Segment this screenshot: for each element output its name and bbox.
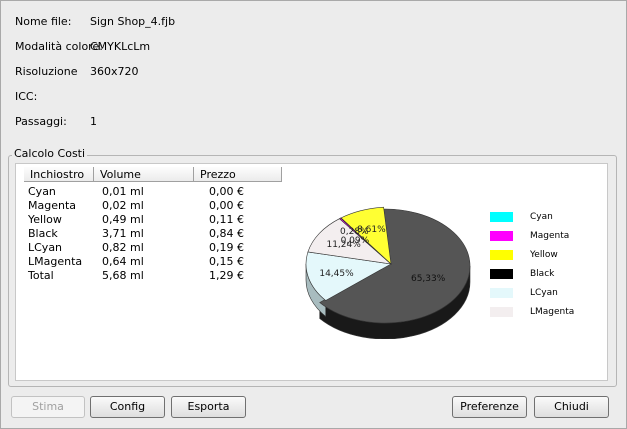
ink-volume: 0,02 ml (102, 199, 144, 212)
file-name-label: Nome file: (15, 15, 72, 28)
legend-label: Yellow (530, 250, 558, 260)
icc-row: ICC: (15, 89, 90, 105)
pie-label-lcyan: 14,45% (319, 269, 354, 279)
pie-label-cyan: 0,09% (341, 236, 370, 246)
ink-name: Yellow (28, 213, 62, 226)
legend-swatch (490, 231, 513, 241)
file-name-value: Sign Shop_4.fjb (90, 15, 176, 28)
ink-volume: 0,01 ml (102, 185, 144, 198)
ink-price: 0,15 € (209, 255, 244, 268)
ink-usage-pie-chart: 65,33%14,45%11,24%0,28%0,09%8,61% (305, 206, 471, 339)
legend-swatch (490, 250, 513, 260)
preferences-button[interactable]: Preferenze (452, 396, 527, 418)
passes-value: 1 (90, 115, 97, 128)
ink-name: Total (28, 269, 54, 282)
column-header-ink[interactable]: Inchiostro (24, 167, 94, 182)
legend-swatch (490, 307, 513, 317)
ink-price: 0,00 € (209, 185, 244, 198)
cost-panel: Inchiostro Volume Prezzo Cyan 0,01 ml 0,… (15, 163, 608, 381)
legend-swatch (490, 212, 513, 222)
legend-swatch (490, 288, 513, 298)
cost-group-title: Calcolo Costi (12, 146, 88, 162)
ink-name: Black (28, 227, 58, 240)
ink-name: Cyan (28, 185, 56, 198)
passes-label: Passaggi: (15, 115, 67, 128)
ink-volume: 0,64 ml (102, 255, 144, 268)
ink-volume: 5,68 ml (102, 269, 144, 282)
resolution-value: 360x720 (90, 65, 139, 78)
resolution-row: Risoluzione 360x720 (15, 64, 139, 80)
ink-price: 0,84 € (209, 227, 244, 240)
ink-name: LCyan (28, 241, 63, 254)
config-button[interactable]: Config (90, 396, 165, 418)
ink-price: 0,00 € (209, 199, 244, 212)
legend-label: Black (530, 269, 555, 279)
estimate-button[interactable]: Stima (11, 396, 85, 418)
ink-volume: 0,82 ml (102, 241, 144, 254)
passes-row: Passaggi: 1 (15, 114, 97, 130)
column-header-price[interactable]: Prezzo (194, 167, 282, 182)
pie-label-yellow: 8,61% (357, 225, 386, 235)
color-mode-row: Modalità colore: CMYKLcLm (15, 39, 150, 55)
legend-label: LCyan (530, 288, 558, 298)
ink-price: 0,19 € (209, 241, 244, 254)
close-button[interactable]: Chiudi (534, 396, 609, 418)
resolution-label: Risoluzione (15, 65, 78, 78)
column-header-volume[interactable]: Volume (94, 167, 194, 182)
export-button[interactable]: Esporta (171, 396, 246, 418)
color-mode-label: Modalità colore: (15, 40, 103, 53)
ink-volume: 0,49 ml (102, 213, 144, 226)
pie-label-black: 65,33% (411, 274, 446, 284)
ink-price: 1,29 € (209, 269, 244, 282)
ink-name: Magenta (28, 199, 77, 212)
ink-price: 0,11 € (209, 213, 244, 226)
icc-label: ICC: (15, 90, 38, 103)
color-mode-value: CMYKLcLm (90, 40, 151, 53)
legend-label: Magenta (530, 231, 570, 241)
legend-label: Cyan (530, 212, 553, 222)
file-name-row: Nome file: Sign Shop_4.fjb (15, 14, 175, 30)
ink-volume: 3,71 ml (102, 227, 144, 240)
ink-name: LMagenta (28, 255, 83, 268)
legend-swatch (490, 269, 513, 279)
legend-label: LMagenta (530, 307, 575, 317)
